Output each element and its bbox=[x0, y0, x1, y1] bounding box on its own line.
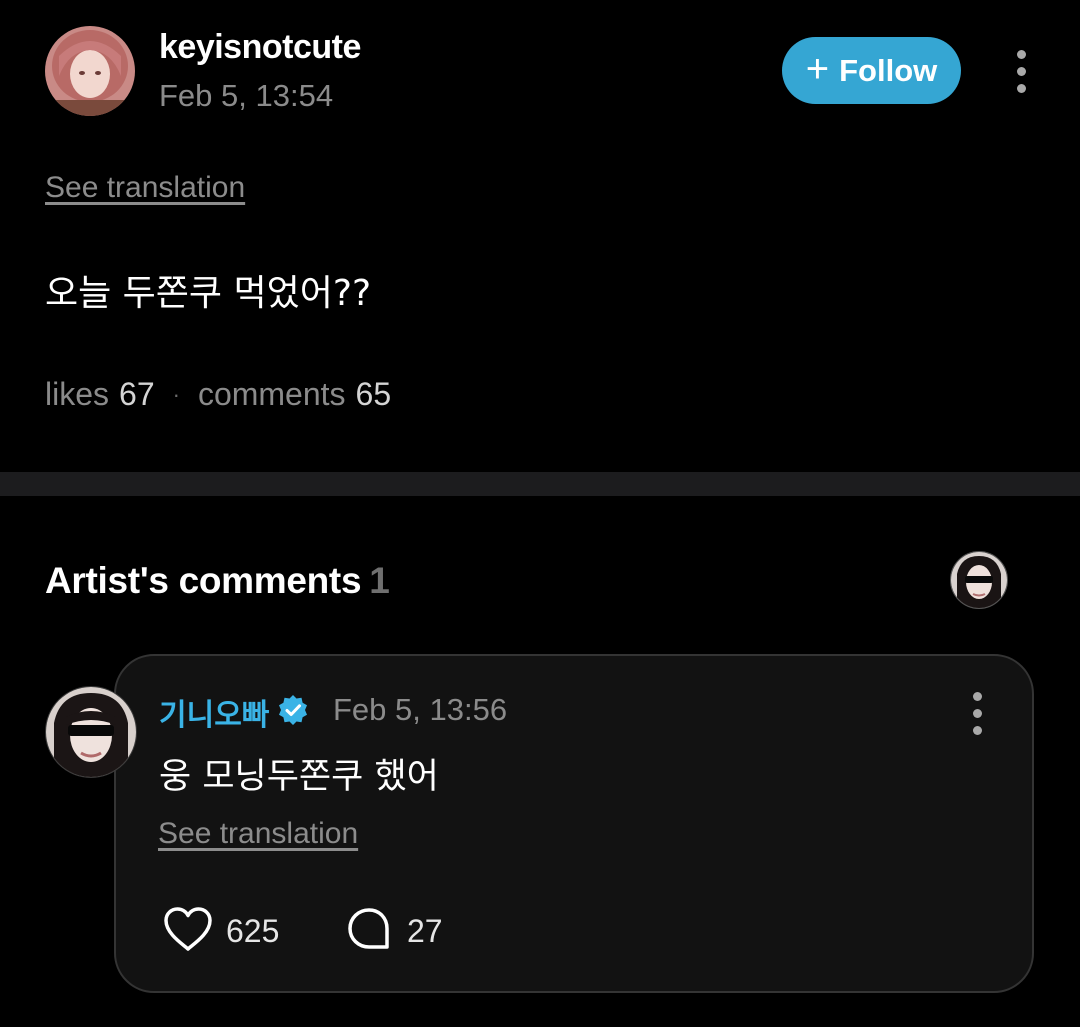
more-vertical-icon[interactable] bbox=[965, 692, 989, 735]
heart-icon bbox=[162, 905, 214, 957]
follow-label: Follow bbox=[839, 52, 938, 88]
like-count: 625 bbox=[226, 912, 280, 949]
artist-comments-title: Artist's comments bbox=[45, 560, 362, 601]
post-body-text: 오늘 두쫀쿠 먹었어?? bbox=[45, 273, 372, 314]
comment-like-button[interactable]: 625 bbox=[162, 905, 279, 957]
commenter-name[interactable]: 기니오빠 bbox=[159, 690, 269, 734]
plus-icon: + bbox=[805, 46, 830, 91]
comment-timestamp: Feb 5, 13:56 bbox=[333, 692, 508, 727]
post-header: keyisnotcute Feb 5, 13:54 + Follow bbox=[0, 0, 1080, 140]
section-divider bbox=[0, 472, 1080, 496]
comment-body-text: 웅 모닝두쫀쿠 했어 bbox=[159, 757, 439, 797]
comments-count[interactable]: 65 bbox=[356, 376, 392, 413]
artist-comments-heading: Artist's comments 1 bbox=[45, 560, 390, 602]
comments-label[interactable]: comments bbox=[198, 376, 346, 413]
comment-reply-button[interactable]: 27 bbox=[345, 905, 443, 957]
stats-separator: · bbox=[172, 381, 180, 407]
artist-filter-avatar[interactable] bbox=[950, 551, 1008, 609]
post-see-translation-link[interactable]: See translation bbox=[45, 171, 245, 205]
artist-comments-count: 1 bbox=[369, 560, 390, 601]
verified-badge-icon bbox=[277, 694, 309, 726]
author-username[interactable]: keyisnotcute bbox=[159, 28, 361, 67]
reply-count: 27 bbox=[407, 912, 443, 949]
comment-bubble-icon bbox=[345, 905, 393, 957]
author-avatar[interactable] bbox=[45, 26, 135, 116]
follow-button[interactable]: + Follow bbox=[782, 37, 961, 104]
comment-see-translation-link[interactable]: See translation bbox=[158, 817, 358, 851]
post-timestamp: Feb 5, 13:54 bbox=[159, 78, 334, 113]
likes-label[interactable]: likes bbox=[45, 376, 109, 413]
post-stats: likes 67 · comments 65 bbox=[45, 376, 391, 413]
likes-count[interactable]: 67 bbox=[119, 376, 155, 413]
more-vertical-icon[interactable] bbox=[1009, 50, 1033, 93]
commenter-avatar[interactable] bbox=[45, 686, 137, 778]
